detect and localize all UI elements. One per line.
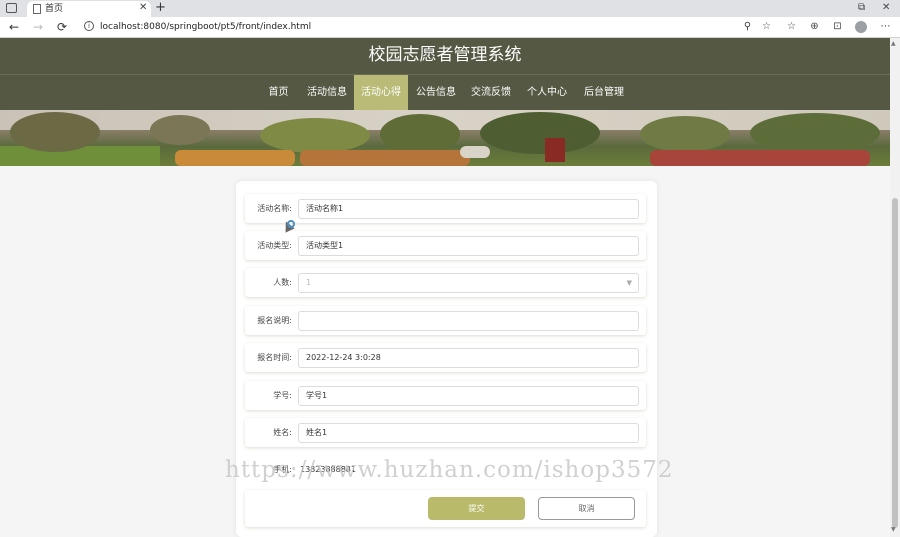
form-row-name: 姓名: 姓名1 [245,418,646,447]
form-row-activity-type: 活动类型: 活动类型1 [245,231,646,260]
scroll-thumb[interactable] [892,198,898,528]
student-id-label: 学号: [273,391,292,400]
info-icon[interactable]: i [84,21,94,31]
page-icon [33,4,41,14]
reload-icon[interactable]: ⟳ [57,20,67,34]
url-input[interactable]: localhost:8080/springboot/pt5/front/inde… [100,21,311,33]
more-icon[interactable]: ⋯ [879,20,892,33]
headcount-value: 1 [306,278,312,287]
nav-home[interactable]: 首页 [260,75,297,111]
browser-tab[interactable]: 首页 ✕ [27,1,151,17]
nav-admin[interactable]: 后台管理 [580,75,628,111]
chevron-down-icon: ▼ [626,279,632,287]
browser-tab-bar: 首页 ✕ + ⧉ ✕ [0,0,900,17]
tab-title: 首页 [45,4,64,14]
new-tab-button[interactable]: + [155,0,166,16]
name-input[interactable]: 姓名1 [298,423,639,443]
signup-note-label: 报名说明: [257,316,292,325]
form-row-activity-name: 活动名称: 活动名称1 [245,194,646,223]
nav-experiences[interactable]: 活动心得 [354,75,408,111]
headcount-label: 人数: [273,278,292,287]
loading-ring-icon [287,220,295,228]
nav-announcements[interactable]: 公告信息 [412,75,460,111]
banner-image [0,110,890,166]
nav-profile[interactable]: 个人中心 [523,75,571,111]
restore-icon[interactable]: ⧉ [858,1,865,15]
window-menu-icon[interactable] [6,3,17,13]
nav-activities[interactable]: 活动信息 [303,75,351,111]
site-title: 校园志愿者管理系统 [368,45,522,65]
form-row-signup-note: 报名说明: [245,306,646,335]
student-id-input[interactable]: 学号1 [298,386,639,406]
forward-icon[interactable]: → [33,20,43,34]
signup-time-label: 报名时间: [257,353,292,362]
name-label: 姓名: [273,428,292,437]
submit-button[interactable]: 提交 [428,497,525,520]
headcount-select[interactable]: 1 ▼ [298,273,639,293]
activity-name-input[interactable]: 活动名称1 [298,199,639,219]
form-row-student-id: 学号: 学号1 [245,381,646,410]
nav-feedback[interactable]: 交流反馈 [467,75,515,111]
profile-avatar[interactable] [855,21,867,33]
watermark-text: https://www.huzhan.com/ishop3572 [225,457,674,483]
form-row-signup-time: 报名时间: 2022-12-24 3:0:28 [245,343,646,372]
translate-icon[interactable]: ⚲ [741,20,754,33]
site-header: 校园志愿者管理系统 [0,38,890,74]
scroll-up-icon[interactable]: ▲ [891,40,896,47]
favorite-icon[interactable]: ☆ [760,20,773,33]
collections-icon[interactable]: ⊕ [808,20,821,33]
address-bar: ← → ⟳ i localhost:8080/springboot/pt5/fr… [0,17,900,38]
back-icon[interactable]: ← [9,20,19,34]
form-row-headcount: 人数: 1 ▼ [245,268,646,297]
favorites-list-icon[interactable]: ☆ [785,20,798,33]
page-scrollbar[interactable]: ▲ ▼ [890,38,900,537]
activity-type-label: 活动类型: [257,241,292,250]
signup-time-input[interactable]: 2022-12-24 3:0:28 [298,348,639,368]
activity-name-label: 活动名称: [257,204,292,213]
scroll-down-icon[interactable]: ▼ [891,526,896,533]
close-window-icon[interactable]: ✕ [882,1,890,15]
activity-type-input[interactable]: 活动类型1 [298,236,639,256]
cancel-button[interactable]: 取消 [538,497,635,520]
extensions-icon[interactable]: ⊡ [831,20,844,33]
close-tab-icon[interactable]: ✕ [139,2,147,14]
signup-note-input[interactable] [298,311,639,331]
site-nav: 首页 活动信息 活动心得 公告信息 交流反馈 个人中心 后台管理 [0,74,890,111]
